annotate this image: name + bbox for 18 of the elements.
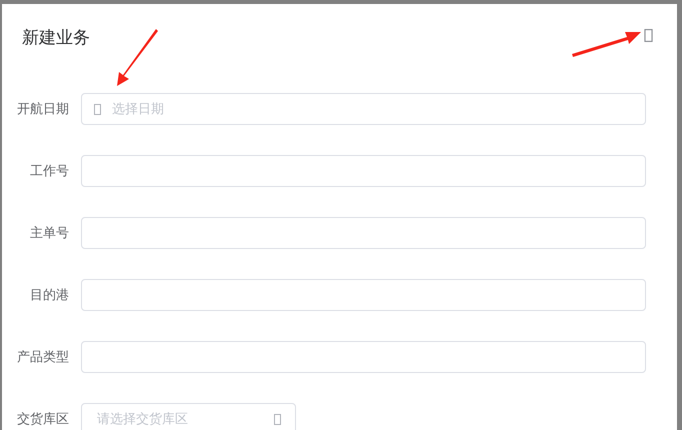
input-field[interactable] [81, 155, 646, 187]
input-field[interactable] [81, 279, 646, 311]
square-icon [94, 104, 101, 115]
select-field[interactable]: 请选择交货库区 [81, 403, 296, 430]
close-icon[interactable] [644, 29, 653, 42]
arrow-drawing [572, 32, 641, 57]
field-label: 交货库区 [16, 411, 70, 428]
field-label: 开航日期 [16, 101, 70, 118]
field-label: 工作号 [29, 163, 70, 180]
square-icon [274, 414, 281, 425]
field-label: 目的港 [29, 287, 70, 304]
field-label: 主单号 [29, 225, 70, 242]
input-field[interactable] [81, 341, 646, 373]
arrow-drawing [117, 29, 158, 86]
date-picker-field[interactable]: 选择日期 [81, 93, 646, 125]
dialog-title: 新建业务 [22, 27, 90, 50]
field-label: 产品类型 [16, 349, 70, 366]
input-field[interactable] [81, 217, 646, 249]
